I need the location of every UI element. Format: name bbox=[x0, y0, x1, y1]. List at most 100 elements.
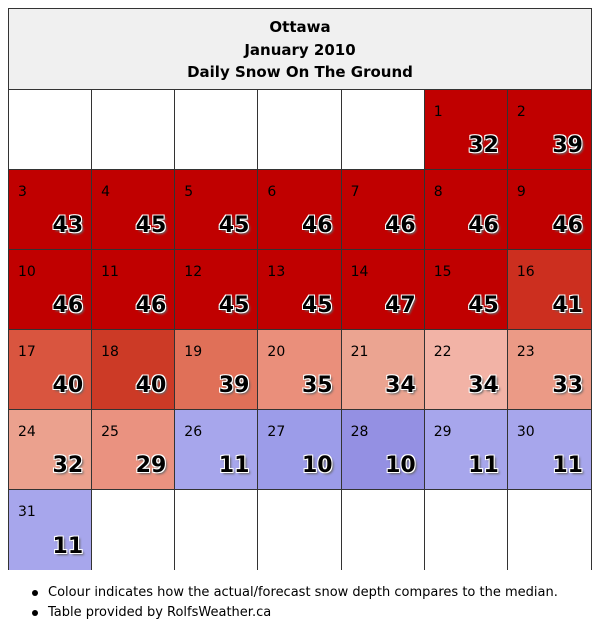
day-cell: 26 11 bbox=[175, 410, 259, 490]
snow-depth-value: 43 bbox=[52, 213, 84, 238]
empty-cell bbox=[341, 90, 425, 170]
day-number: 12 bbox=[184, 264, 203, 280]
snow-depth-value: 34 bbox=[385, 373, 416, 398]
day-cell: 6 46 bbox=[258, 170, 342, 250]
day-cell: 13 45 bbox=[258, 250, 342, 330]
snow-depth-value: 45 bbox=[468, 293, 499, 318]
note-item: Colour indicates how the actual/forecast… bbox=[30, 583, 558, 603]
day-number: 14 bbox=[350, 264, 369, 280]
snow-depth-value: 39 bbox=[218, 373, 250, 398]
snow-depth-value: 34 bbox=[468, 373, 499, 398]
day-number: 29 bbox=[433, 424, 452, 440]
day-cell: 8 46 bbox=[424, 170, 508, 250]
snow-depth-value: 46 bbox=[52, 293, 84, 318]
snow-depth-value: 45 bbox=[301, 293, 333, 318]
snow-depth-value: 46 bbox=[552, 213, 583, 238]
calendar-header: Ottawa January 2010 Daily Snow On The Gr… bbox=[9, 9, 591, 90]
day-cell: 24 32 bbox=[9, 410, 93, 490]
empty-cell bbox=[258, 490, 342, 570]
day-number: 4 bbox=[101, 184, 111, 200]
day-number: 11 bbox=[101, 264, 119, 280]
day-number: 9 bbox=[516, 184, 526, 200]
day-number: 31 bbox=[18, 504, 36, 520]
month-title: January 2010 bbox=[244, 40, 356, 59]
day-number: 10 bbox=[18, 264, 36, 280]
day-number: 21 bbox=[350, 344, 369, 360]
day-number: 22 bbox=[433, 344, 452, 360]
day-number: 1 bbox=[433, 104, 443, 120]
day-number: 6 bbox=[267, 184, 277, 200]
day-cell: 30 11 bbox=[507, 410, 591, 490]
day-number: 30 bbox=[516, 424, 535, 440]
day-cell: 3 43 bbox=[9, 170, 93, 250]
notes-list: Colour indicates how the actual/forecast… bbox=[30, 583, 558, 623]
day-cell: 15 45 bbox=[424, 250, 508, 330]
day-number: 5 bbox=[184, 184, 194, 200]
day-cell: 22 34 bbox=[424, 330, 508, 410]
day-cell: 21 34 bbox=[341, 330, 425, 410]
snow-depth-value: 40 bbox=[135, 373, 167, 398]
empty-cell bbox=[92, 490, 176, 570]
day-number: 18 bbox=[101, 344, 119, 360]
snow-depth-value: 11 bbox=[218, 453, 250, 478]
day-cell: 5 45 bbox=[175, 170, 259, 250]
day-number: 7 bbox=[350, 184, 360, 200]
empty-cell bbox=[175, 90, 259, 170]
day-number: 17 bbox=[18, 344, 36, 360]
day-number: 23 bbox=[516, 344, 535, 360]
day-cell: 14 47 bbox=[341, 250, 425, 330]
snow-depth-value: 35 bbox=[301, 373, 333, 398]
day-number: 24 bbox=[18, 424, 36, 440]
day-cell: 25 29 bbox=[92, 410, 176, 490]
day-cell: 9 46 bbox=[507, 170, 591, 250]
day-cell: 18 40 bbox=[92, 330, 176, 410]
day-cell: 19 39 bbox=[175, 330, 259, 410]
bullet-icon bbox=[32, 610, 38, 616]
snow-depth-value: 41 bbox=[552, 293, 583, 318]
day-number: 13 bbox=[267, 264, 286, 280]
day-number: 16 bbox=[516, 264, 535, 280]
day-number: 26 bbox=[184, 424, 203, 440]
day-cell: 27 10 bbox=[258, 410, 342, 490]
day-cell: 7 46 bbox=[341, 170, 425, 250]
day-number: 19 bbox=[184, 344, 203, 360]
snow-depth-value: 45 bbox=[218, 293, 250, 318]
day-cell: 28 10 bbox=[341, 410, 425, 490]
day-number: 20 bbox=[267, 344, 286, 360]
empty-cell bbox=[424, 490, 508, 570]
snow-depth-value: 11 bbox=[468, 453, 499, 478]
empty-cell bbox=[258, 90, 342, 170]
empty-cell bbox=[507, 490, 591, 570]
day-number: 28 bbox=[350, 424, 369, 440]
empty-cell bbox=[341, 490, 425, 570]
snow-depth-value: 46 bbox=[301, 213, 333, 238]
empty-cell bbox=[9, 90, 93, 170]
day-cell: 4 45 bbox=[92, 170, 176, 250]
snow-depth-value: 32 bbox=[52, 453, 84, 478]
day-number: 25 bbox=[101, 424, 119, 440]
day-cell: 11 46 bbox=[92, 250, 176, 330]
snow-depth-value: 45 bbox=[218, 213, 250, 238]
empty-cell bbox=[92, 90, 176, 170]
snow-depth-value: 39 bbox=[552, 133, 583, 158]
day-cell: 1 32 bbox=[424, 90, 508, 170]
day-cell: 20 35 bbox=[258, 330, 342, 410]
day-cell: 29 11 bbox=[424, 410, 508, 490]
day-cell: 16 41 bbox=[507, 250, 591, 330]
snow-depth-value: 10 bbox=[301, 453, 333, 478]
day-cell: 17 40 bbox=[9, 330, 93, 410]
day-cell: 23 33 bbox=[507, 330, 591, 410]
day-cell: 10 46 bbox=[9, 250, 93, 330]
snow-calendar: Ottawa January 2010 Daily Snow On The Gr… bbox=[8, 8, 592, 570]
day-number: 3 bbox=[18, 184, 27, 200]
note-item: Table provided by RolfsWeather.ca bbox=[30, 603, 558, 623]
snow-depth-value: 46 bbox=[135, 293, 167, 318]
day-cell: 31 11 bbox=[9, 490, 93, 570]
city-title: Ottawa bbox=[269, 18, 331, 36]
chart-title: Daily Snow On The Ground bbox=[187, 63, 413, 81]
snow-depth-value: 11 bbox=[52, 534, 84, 559]
day-number: 8 bbox=[433, 184, 443, 200]
snow-depth-value: 32 bbox=[468, 133, 499, 158]
day-cell: 2 39 bbox=[507, 90, 591, 170]
snow-depth-value: 10 bbox=[385, 453, 416, 478]
